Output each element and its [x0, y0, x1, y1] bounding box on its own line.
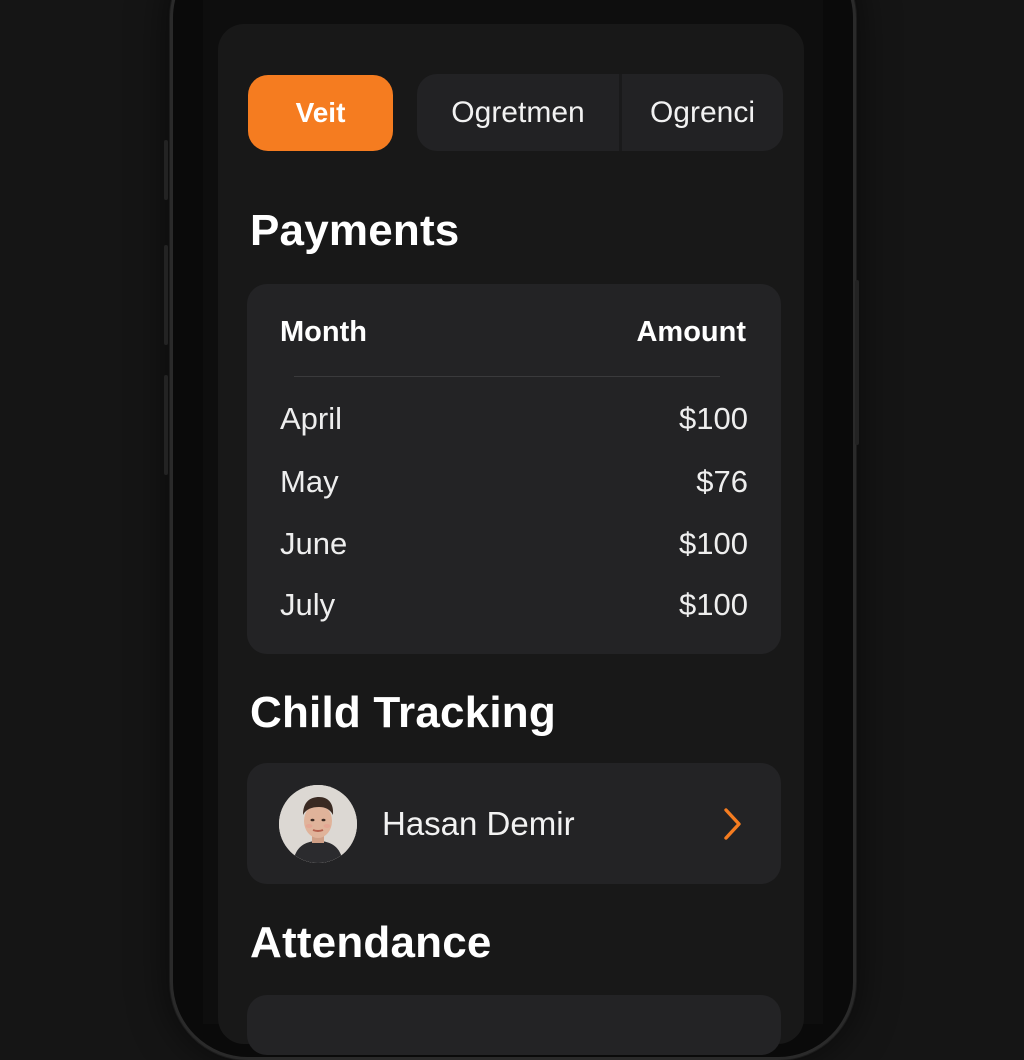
phone-side-button — [164, 140, 168, 200]
phone-side-button — [164, 375, 168, 475]
tab-veit[interactable]: Veit — [248, 75, 393, 151]
table-row: June $100 — [280, 524, 748, 564]
tab-ogretmen[interactable]: Ogretmen — [417, 74, 619, 151]
attendance-title: Attendance — [250, 918, 492, 967]
payment-amount: $100 — [679, 526, 748, 561]
phone-side-button — [164, 245, 168, 345]
payment-month: May — [280, 464, 339, 499]
payments-header-month: Month — [280, 316, 367, 348]
payments-header-amount: Amount — [636, 316, 746, 348]
payment-amount: $100 — [679, 401, 748, 436]
payment-amount: $76 — [696, 464, 748, 499]
payment-month: July — [280, 587, 336, 622]
table-row: April $100 — [280, 399, 748, 439]
child-tracking-title: Child Tracking — [250, 688, 556, 737]
payments-divider — [294, 376, 720, 377]
role-tab-group: Ogretmen Ogrenci — [417, 74, 783, 151]
payment-amount: $100 — [679, 587, 748, 622]
attendance-card — [247, 995, 781, 1055]
payment-month: April — [280, 401, 343, 436]
avatar — [279, 785, 357, 863]
table-row: July $100 — [280, 585, 748, 625]
payments-title: Payments — [250, 206, 460, 255]
payment-month: June — [280, 526, 348, 561]
person-photo-icon — [279, 785, 357, 863]
tab-ogrenci[interactable]: Ogrenci — [622, 74, 783, 151]
table-row: May $76 — [280, 462, 748, 502]
phone-power-button — [855, 280, 859, 445]
child-name: Hasan Demir — [382, 805, 575, 842]
chevron-right-icon[interactable] — [716, 806, 748, 842]
